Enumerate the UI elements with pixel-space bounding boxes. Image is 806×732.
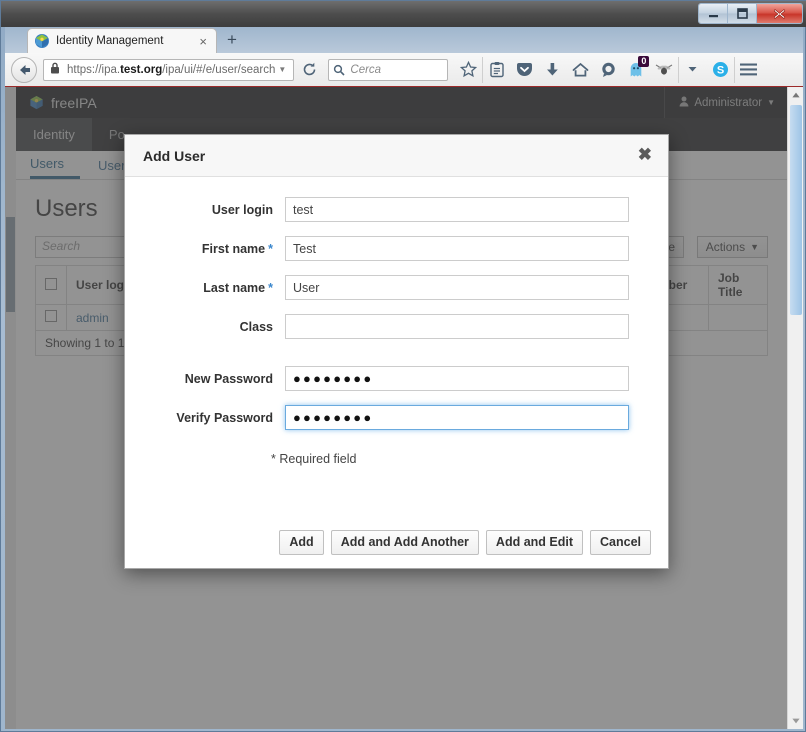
field-row-class: Class bbox=[125, 314, 668, 339]
menu-hamburger-icon[interactable] bbox=[734, 56, 762, 83]
search-icon bbox=[334, 64, 345, 76]
add-and-add-another-button[interactable]: Add and Add Another bbox=[330, 529, 479, 555]
bookmark-star-icon[interactable] bbox=[454, 57, 482, 83]
browser-window: Identity Management × + https://ipa.test… bbox=[5, 27, 803, 729]
label-new-password: New Password bbox=[184, 371, 273, 386]
os-window: Identity Management × + https://ipa.test… bbox=[0, 0, 806, 732]
window-controls bbox=[698, 3, 803, 24]
new-password-input[interactable] bbox=[285, 366, 629, 391]
first-name-input[interactable] bbox=[285, 236, 629, 261]
url-bar[interactable]: https://ipa.test.org/ipa/ui/#/e/user/sea… bbox=[43, 58, 295, 81]
field-row-new-password: New Password bbox=[125, 366, 668, 391]
browser-toolbar-icons: 0 S bbox=[454, 55, 762, 83]
new-tab-button[interactable]: + bbox=[221, 30, 243, 51]
overflow-chevron-icon[interactable] bbox=[678, 56, 706, 83]
page-scrollbar-thumb[interactable] bbox=[790, 105, 802, 315]
label-last-name: Last name * bbox=[203, 280, 273, 295]
verify-password-input[interactable] bbox=[285, 405, 629, 430]
class-input[interactable] bbox=[285, 314, 629, 339]
ghostery-badge: 0 bbox=[638, 55, 650, 67]
scroll-down-icon[interactable] bbox=[788, 713, 803, 729]
chat-icon[interactable] bbox=[594, 57, 622, 83]
skype-icon[interactable]: S bbox=[706, 57, 734, 83]
add-and-edit-button[interactable]: Add and Edit bbox=[485, 529, 583, 555]
cancel-button[interactable]: Cancel bbox=[590, 529, 651, 555]
tab-close-icon[interactable]: × bbox=[196, 35, 210, 48]
field-row-first-name: First name * bbox=[125, 236, 668, 261]
search-placeholder: Cerca bbox=[350, 63, 382, 76]
home-icon[interactable] bbox=[566, 57, 594, 83]
browser-navbar: https://ipa.test.org/ipa/ui/#/e/user/sea… bbox=[5, 53, 803, 87]
downloads-icon[interactable] bbox=[538, 57, 566, 83]
page-scrollbar[interactable] bbox=[787, 87, 803, 729]
window-titlebar bbox=[1, 1, 806, 27]
lock-icon bbox=[50, 61, 62, 79]
flash-block-icon[interactable] bbox=[650, 57, 678, 83]
close-window-button[interactable] bbox=[757, 4, 802, 23]
freeipa-favicon-icon bbox=[34, 33, 50, 49]
dialog-footer: Add Add and Add Another Add and Edit Can… bbox=[125, 516, 668, 568]
page-viewport: freeIPA Administrator ▼ Identity Po bbox=[5, 87, 803, 729]
url-history-dropdown-icon[interactable]: ▼ bbox=[275, 65, 289, 74]
browser-search-bar[interactable]: Cerca bbox=[328, 58, 449, 81]
add-button[interactable]: Add bbox=[279, 529, 324, 555]
web-page: freeIPA Administrator ▼ Identity Po bbox=[5, 87, 787, 729]
maximize-button[interactable] bbox=[728, 4, 757, 23]
label-first-name: First name * bbox=[201, 241, 273, 256]
browser-tab-title: Identity Management bbox=[56, 35, 164, 47]
dialog-body: User login First name* L bbox=[125, 177, 668, 517]
last-name-input[interactable] bbox=[285, 275, 629, 300]
url-text: https://ipa.test.org/ipa/ui/#/e/user/sea… bbox=[67, 63, 276, 76]
ghostery-icon[interactable]: 0 bbox=[622, 55, 650, 83]
svg-text:S: S bbox=[717, 65, 724, 77]
field-row-user-login: User login bbox=[125, 197, 668, 222]
reading-list-icon[interactable] bbox=[482, 56, 510, 83]
add-user-dialog: Add User ✖ User login First name bbox=[124, 134, 669, 569]
pocket-icon[interactable] bbox=[510, 57, 538, 83]
reload-button[interactable] bbox=[296, 58, 322, 82]
required-marker: * bbox=[268, 241, 273, 256]
scroll-up-icon[interactable] bbox=[788, 87, 803, 103]
close-icon[interactable]: ✖ bbox=[638, 146, 652, 163]
user-login-input[interactable] bbox=[285, 197, 629, 222]
minimize-button[interactable] bbox=[699, 4, 728, 23]
back-button[interactable] bbox=[11, 56, 37, 83]
label-verify-password: Verify Password bbox=[176, 410, 273, 425]
required-marker: * bbox=[268, 280, 273, 295]
field-row-last-name: Last name * bbox=[125, 275, 668, 300]
browser-tabstrip: Identity Management × + bbox=[5, 27, 803, 53]
browser-tab[interactable]: Identity Management × bbox=[27, 28, 217, 53]
field-row-verify-password: Verify Password bbox=[125, 405, 668, 430]
label-user-login: User login bbox=[211, 202, 273, 217]
dialog-title: Add User bbox=[143, 147, 206, 164]
required-field-note: * Required field bbox=[271, 452, 357, 466]
label-class: Class bbox=[239, 319, 273, 334]
dialog-header: Add User ✖ bbox=[125, 135, 668, 177]
